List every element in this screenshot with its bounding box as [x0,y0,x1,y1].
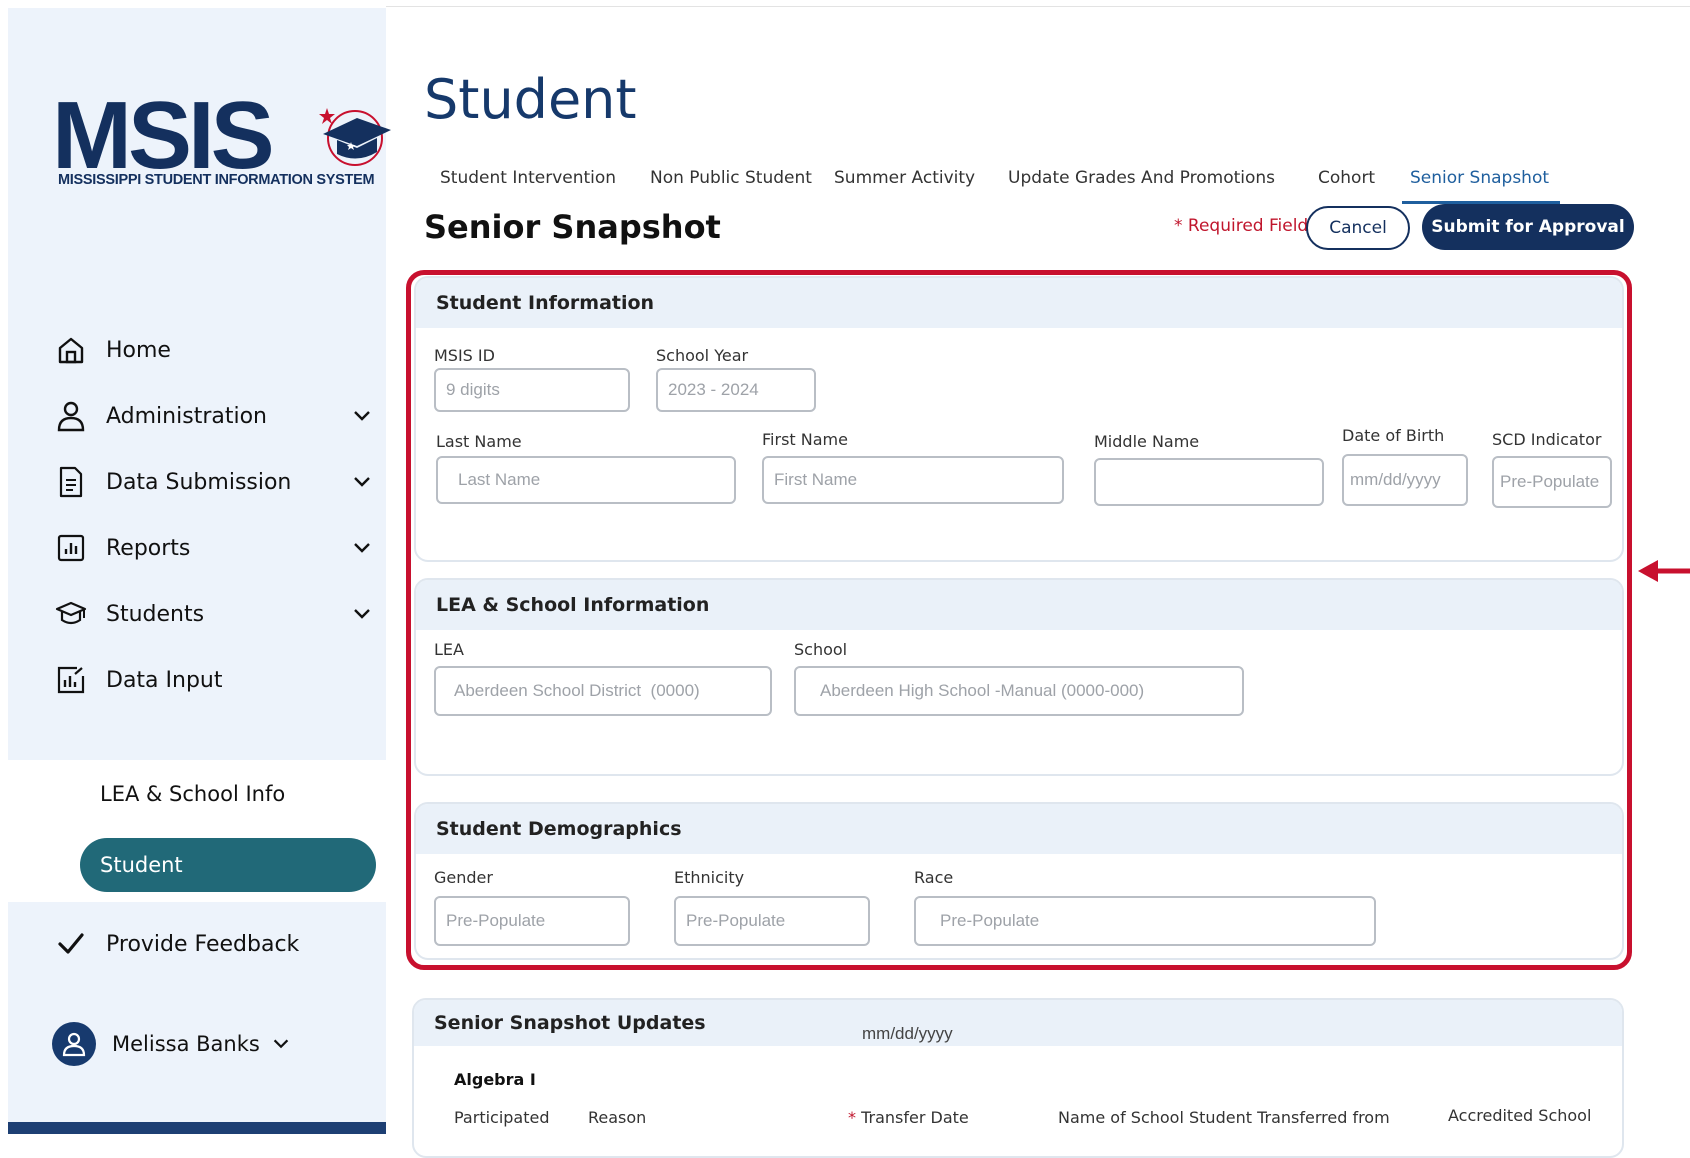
transfer-date-column: * Transfer Date [848,1108,969,1127]
bar-chart-icon [54,531,88,565]
avatar [52,1022,96,1066]
document-icon [54,465,88,499]
lea-input[interactable] [434,666,772,716]
transfer-date-label: Transfer Date [861,1108,969,1127]
accredited-school-column: Accredited School [1448,1106,1592,1125]
data-input-icon [54,663,88,697]
subnav-student-label: Student [100,853,183,877]
nav-data-input-label: Data Input [106,667,223,693]
date-of-birth-input[interactable] [1342,454,1468,506]
scd-indicator-label: SCD Indicator [1492,430,1602,449]
home-icon [54,333,88,367]
middle-name-input[interactable] [1094,458,1324,506]
tab-non-public-student[interactable]: Non Public Student [650,168,812,188]
school-label: School [794,640,848,659]
user-icon [54,399,88,433]
subnav-lea-school-info[interactable]: LEA & School Info [100,782,285,806]
nav-home-label: Home [106,337,171,363]
cancel-button[interactable]: Cancel [1306,206,1410,250]
arrow-left-icon [1638,560,1690,582]
reason-column: Reason [588,1108,647,1127]
ethnicity-input[interactable] [674,896,870,946]
section-title: Senior Snapshot [424,208,721,246]
last-name-input[interactable] [436,456,736,504]
ethnicity-label: Ethnicity [674,868,745,887]
submit-for-approval-button[interactable]: Submit for Approval [1422,204,1634,250]
logo-subtitle: MISSISSIPPI STUDENT INFORMATION SYSTEM [58,172,375,188]
first-name-input[interactable] [762,456,1064,504]
school-year-input[interactable] [656,368,816,412]
checkmark-icon [54,927,88,961]
tab-senior-snapshot[interactable]: Senior Snapshot [1410,168,1549,188]
school-input[interactable] [794,666,1244,716]
nav-home[interactable]: Home [54,326,374,374]
logo-text: MSIS [52,82,275,189]
subnav-student[interactable]: Student [80,838,376,892]
school-year-label: School Year [656,346,749,365]
user-menu[interactable]: Melissa Banks [52,1020,292,1068]
first-name-label: First Name [762,430,848,449]
nav-data-submission[interactable]: Data Submission [54,458,374,506]
middle-name-label: Middle Name [1094,432,1200,451]
required-field-note: * Required Field [1174,216,1309,236]
student-information-card: Student Information MSIS ID School Year … [414,276,1624,562]
scd-indicator-input[interactable] [1492,456,1612,508]
main-content: Student Student Intervention Non Public … [386,0,1690,1158]
tab-summer-activity[interactable]: Summer Activity [834,168,975,188]
chevron-down-icon[interactable] [350,404,374,428]
page-title: Student [424,68,637,131]
graduation-cap-icon [319,108,391,166]
nav-provide-feedback-label: Provide Feedback [106,931,300,957]
subject-label: Algebra I [454,1070,536,1089]
msis-logo[interactable]: MSIS MISSISSIPPI STUDENT INFORMATION SYS… [52,82,391,198]
top-divider [386,6,1690,7]
chevron-down-icon[interactable] [350,602,374,626]
nav-administration-label: Administration [106,403,267,429]
nav-provide-feedback[interactable]: Provide Feedback [54,920,374,968]
card-title: Student Demographics [416,804,1622,854]
tab-update-grades-promotions[interactable]: Update Grades And Promotions [1008,168,1275,188]
chevron-down-icon[interactable] [350,536,374,560]
date-format-hint: mm/dd/yyyy [862,1024,953,1043]
card-title: LEA & School Information [416,580,1622,630]
user-name: Melissa Banks [112,1032,260,1056]
card-title: Senior Snapshot Updates [414,1000,1622,1046]
date-of-birth-label: Date of Birth [1342,426,1445,445]
chevron-down-icon[interactable] [270,1033,292,1055]
tab-cohort[interactable]: Cohort [1318,168,1375,188]
transferred-from-column: Name of School Student Transferred from [1058,1108,1390,1127]
nav-administration[interactable]: Administration [54,392,374,440]
data-input-subnav: LEA & School Info Student [8,760,386,902]
lea-school-information-card: LEA & School Information LEA School [414,578,1624,776]
card-title: Student Information [416,278,1622,328]
msis-id-label: MSIS ID [434,346,495,365]
chevron-down-icon[interactable] [350,470,374,494]
nav-data-input[interactable]: Data Input [54,656,374,704]
last-name-label: Last Name [436,432,522,451]
nav-students-label: Students [106,601,205,627]
participated-column: Participated [454,1108,550,1127]
race-label: Race [914,868,954,887]
nav-students[interactable]: Students [54,590,374,638]
nav-reports-label: Reports [106,535,191,561]
tab-student-intervention[interactable]: Student Intervention [440,168,616,188]
gender-label: Gender [434,868,493,887]
student-demographics-card: Student Demographics Gender Ethnicity Ra… [414,802,1624,960]
nav-reports[interactable]: Reports [54,524,374,572]
lea-label: LEA [434,640,464,659]
race-input[interactable] [914,896,1376,946]
nav-data-submission-label: Data Submission [106,469,292,495]
sidebar: MSIS MISSISSIPPI STUDENT INFORMATION SYS… [8,8,391,1134]
graduation-cap-icon [54,597,88,631]
senior-snapshot-updates-card: Senior Snapshot Updates mm/dd/yyyy Algeb… [412,998,1624,1158]
gender-input[interactable] [434,896,630,946]
msis-id-input[interactable] [434,368,630,412]
sidebar-footer-bar [8,1122,386,1134]
